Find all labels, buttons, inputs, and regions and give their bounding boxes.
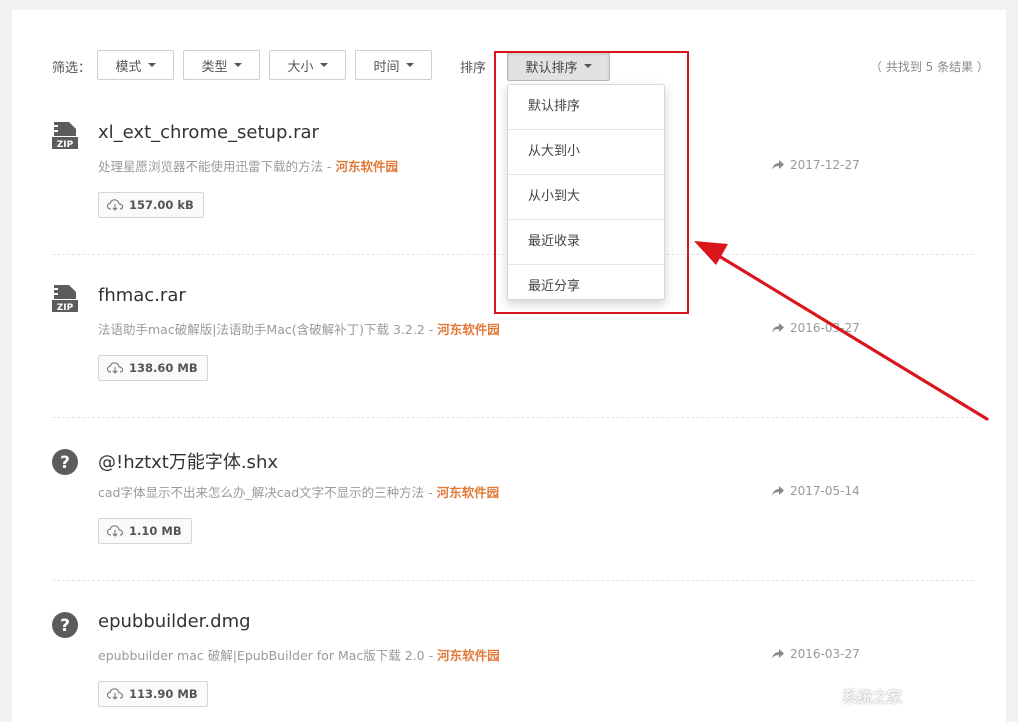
cloud-download-icon	[107, 525, 123, 537]
filter-time-button[interactable]: 时间	[355, 50, 432, 80]
file-size-text: 138.60 MB	[129, 361, 198, 375]
result-item: ? @!hztxt万能字体.shx cad字体显示不出来怎么办_解决cad文字不…	[0, 448, 1018, 608]
file-size-badge[interactable]: 138.60 MB	[98, 355, 208, 381]
share-arrow-icon	[772, 486, 784, 496]
filter-mode-button[interactable]: 模式	[97, 50, 174, 80]
source-link[interactable]: 河东软件园	[437, 485, 500, 500]
unknown-file-icon: ?	[52, 449, 78, 475]
unknown-file-icon: ?	[52, 612, 78, 638]
zip-file-icon: ZIP	[52, 285, 78, 313]
result-divider	[52, 580, 974, 581]
source-link[interactable]: 河东软件园	[335, 159, 398, 174]
result-count: （ 共找到 5 条结果 ）	[870, 60, 989, 74]
share-date-text: 2017-12-27	[790, 158, 860, 172]
file-description-text: 法语助手mac破解版|法语助手Mac(含破解补丁)下载 3.2.2 -	[98, 322, 438, 337]
svg-text:ZIP: ZIP	[57, 303, 74, 313]
share-arrow-icon	[772, 160, 784, 170]
caret-down-icon	[405, 63, 414, 67]
filter-mode-label: 模式	[115, 59, 142, 75]
file-name-link[interactable]: xl_ext_chrome_setup.rar	[98, 122, 319, 143]
svg-text:?: ?	[60, 453, 70, 473]
zip-file-icon: ZIP	[52, 122, 78, 150]
filter-type-label: 类型	[201, 59, 228, 75]
file-name-link[interactable]: fhmac.rar	[98, 285, 186, 306]
sort-label: 排序	[460, 61, 487, 76]
svg-text:?: ?	[60, 616, 70, 636]
file-description-text: cad字体显示不出来怎么办_解决cad文字不显示的三种方法 -	[98, 485, 437, 500]
caret-down-icon	[319, 63, 328, 67]
file-size-badge[interactable]: 113.90 MB	[98, 681, 208, 707]
file-description: cad字体显示不出来怎么办_解决cad文字不显示的三种方法 - 河东软件园	[98, 482, 499, 501]
file-description: 法语助手mac破解版|法语助手Mac(含破解补丁)下载 3.2.2 - 河东软件…	[98, 319, 500, 338]
file-name-link[interactable]: @!hztxt万能字体.shx	[98, 448, 278, 474]
share-date-text: 2016-03-27	[790, 647, 860, 661]
file-size-text: 113.90 MB	[129, 687, 198, 701]
file-description: epubbuilder mac 破解|EpubBuilder for Mac版下…	[98, 645, 500, 664]
file-size-text: 157.00 kB	[129, 198, 194, 212]
cloud-download-icon	[107, 199, 123, 211]
file-description: 处理星愿浏览器不能使用迅雷下载的方法 - 河东软件园	[98, 156, 398, 175]
share-date-text: 2016-03-27	[790, 321, 860, 335]
result-divider	[52, 417, 974, 418]
filter-type-button[interactable]: 类型	[183, 50, 260, 80]
file-name-link[interactable]: epubbuilder.dmg	[98, 611, 251, 632]
file-size-badge[interactable]: 1.10 MB	[98, 518, 192, 544]
share-date: 2017-12-27	[772, 158, 860, 172]
share-date: 2017-05-14	[772, 484, 860, 498]
caret-down-icon	[147, 63, 156, 67]
cloud-download-icon	[107, 688, 123, 700]
source-link[interactable]: 河东软件园	[437, 648, 500, 663]
file-size-text: 1.10 MB	[129, 524, 182, 538]
file-description-text: 处理星愿浏览器不能使用迅雷下载的方法 -	[98, 159, 336, 174]
share-arrow-icon	[772, 649, 784, 659]
share-date-text: 2017-05-14	[790, 484, 860, 498]
filter-label: 筛选：	[52, 61, 92, 76]
highlight-annotation-box	[494, 51, 689, 314]
share-date: 2016-03-27	[772, 647, 860, 661]
svg-text:ZIP: ZIP	[57, 140, 74, 150]
filter-size-button[interactable]: 大小	[269, 50, 346, 80]
file-description-text: epubbuilder mac 破解|EpubBuilder for Mac版下…	[98, 648, 438, 663]
share-arrow-icon	[772, 323, 784, 333]
file-size-badge[interactable]: 157.00 kB	[98, 192, 204, 218]
filter-time-label: 时间	[373, 59, 400, 75]
cloud-download-icon	[107, 362, 123, 374]
watermark-logo: 系统之家	[842, 688, 903, 706]
share-date: 2016-03-27	[772, 321, 860, 335]
caret-down-icon	[233, 63, 242, 67]
source-link[interactable]: 河东软件园	[437, 322, 500, 337]
filter-size-label: 大小	[287, 59, 314, 75]
